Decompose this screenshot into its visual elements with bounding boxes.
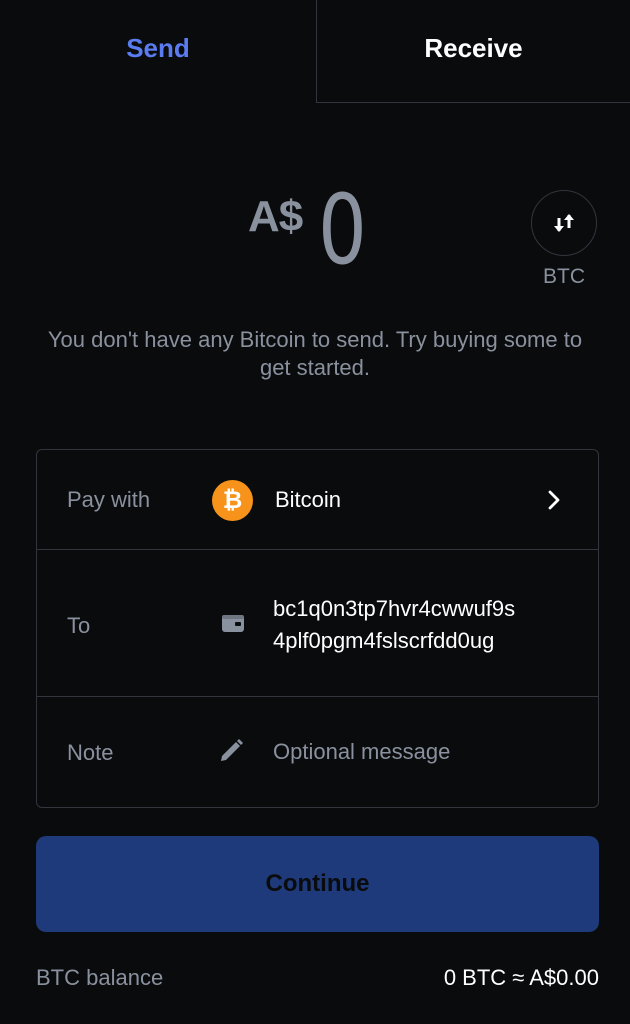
tab-bar: Send Receive	[0, 0, 630, 103]
currency-switch-button[interactable]	[531, 190, 597, 256]
to-label: To	[67, 613, 91, 638]
tab-receive[interactable]: Receive	[316, 0, 630, 103]
chevron-right-icon	[548, 490, 560, 510]
wallet-icon	[222, 615, 244, 632]
note-input[interactable]	[263, 727, 593, 777]
bitcoin-icon: ₿	[212, 480, 253, 521]
recipient-address-line-2: 4plf0pgm4fslscrfdd0ug	[273, 628, 495, 653]
btc-balance-value: 0 BTC ≈ A$0.00	[443, 965, 599, 990]
note-row: Note	[37, 697, 598, 807]
empty-balance-message: You don't have any Bitcoin to send. Try …	[47, 327, 583, 380]
continue-button[interactable]: Continue	[36, 836, 599, 932]
to-row[interactable]: To bc1q0n3tp7hvr4cwwuf9s 4plf0pgm4fslscr…	[37, 550, 598, 697]
recipient-address-line-1: bc1q0n3tp7hvr4cwwuf9s	[273, 596, 516, 621]
amount-value: 0	[318, 174, 367, 286]
pencil-icon	[221, 739, 243, 761]
pay-with-asset: Bitcoin	[275, 487, 342, 512]
pay-with-label: Pay with	[67, 487, 151, 512]
amount-currency: A$	[248, 192, 303, 241]
recipient-address: bc1q0n3tp7hvr4cwwuf9s 4plf0pgm4fslscrfdd…	[273, 593, 573, 657]
note-label: Note	[67, 740, 114, 765]
send-form: Pay with ₿ Bitcoin To bc1q0n3tp7hvr4cwwu…	[36, 449, 599, 808]
swap-arrows-icon	[554, 214, 574, 232]
currency-switch-label: BTC	[543, 265, 585, 288]
btc-balance-label: BTC balance	[36, 965, 164, 990]
tab-send[interactable]: Send	[0, 0, 316, 103]
pay-with-row[interactable]: Pay with ₿ Bitcoin	[37, 450, 598, 550]
